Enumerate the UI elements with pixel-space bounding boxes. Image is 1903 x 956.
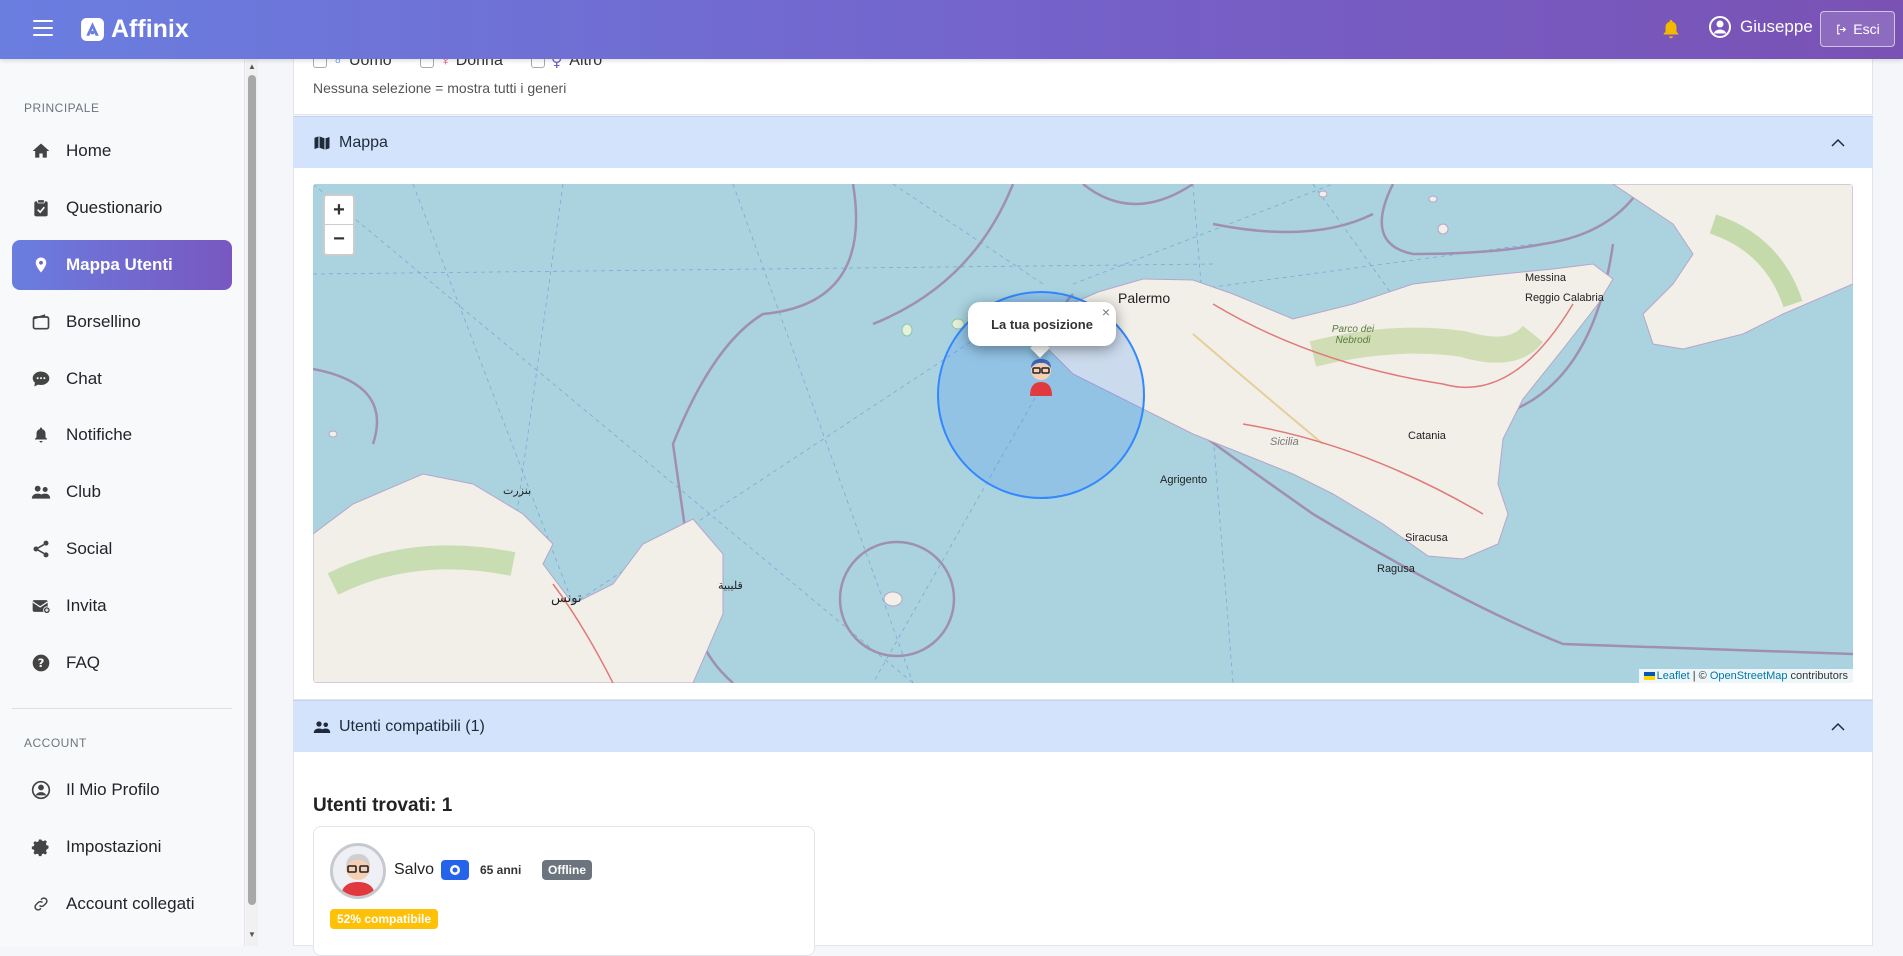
map-label-bizerte: بنزرت	[503, 485, 532, 497]
brand[interactable]: Affinix	[80, 15, 189, 44]
users-icon	[30, 481, 52, 503]
map-label-siracusa: Siracusa	[1405, 532, 1448, 544]
sidebar-item-account-collegati[interactable]: Account collegati	[12, 879, 232, 929]
map-label-agrigento: Agrigento	[1160, 474, 1208, 486]
user-card[interactable]: Salvo 65 anni Offline 52% compatibile	[313, 826, 815, 956]
user-circle-icon	[1709, 16, 1731, 38]
user-name: Giuseppe	[1740, 17, 1813, 36]
logout-icon	[1837, 24, 1847, 34]
users-accordion-header[interactable]: Utenti compatibili (1)	[293, 700, 1873, 752]
popup-text: La tua posizione	[991, 316, 1093, 332]
sidebar-item-social[interactable]: Social	[12, 524, 232, 574]
user-circle-icon	[30, 779, 52, 801]
logout-button[interactable]: Esci	[1820, 11, 1895, 47]
scroll-down-arrow-icon[interactable]: ▼	[247, 930, 257, 940]
sidebar-item-borsellino[interactable]: Borsellino	[12, 297, 232, 347]
chat-icon	[30, 368, 52, 390]
map-label-reggio: Reggio Calabria	[1525, 292, 1604, 304]
sidebar-item-club[interactable]: Club	[12, 467, 232, 517]
user-name: Salvo	[394, 861, 435, 878]
clipboard-icon	[30, 197, 52, 219]
location-popup: La tua posizione ×	[968, 302, 1116, 346]
sidebar-item-notifiche[interactable]: Notifiche	[12, 410, 232, 460]
osm-link[interactable]: OpenStreetMap	[1710, 670, 1788, 682]
sidebar-section-main: PRINCIPALE	[24, 101, 100, 115]
sidebar-item-home[interactable]: Home	[12, 126, 232, 176]
map-tiles	[313, 184, 1853, 683]
user-avatar-icon	[341, 854, 375, 896]
sidebar-item-mappa-utenti[interactable]: Mappa Utenti	[12, 240, 232, 290]
map-label-ragusa: Ragusa	[1377, 563, 1415, 575]
brand-name: Affinix	[111, 15, 189, 43]
map-label-kelibia: قليبية	[718, 580, 743, 592]
map-label-catania: Catania	[1408, 430, 1446, 442]
gear-icon	[30, 836, 52, 858]
map-icon	[314, 135, 330, 150]
share-icon	[30, 538, 52, 560]
chevron-up-icon	[1831, 722, 1845, 731]
user-location-marker-icon[interactable]	[1024, 356, 1058, 398]
gender-filter-hint: Nessuna selezione = mostra tutti i gener…	[313, 80, 567, 96]
users-found-title: Utenti trovati: 1	[313, 795, 453, 816]
map-section-title: Mappa	[339, 133, 388, 151]
home-icon	[30, 140, 52, 162]
map-view[interactable]: Palermo Messina Reggio Calabria Catania …	[313, 184, 1853, 683]
map-label-tunis: تونس	[551, 590, 582, 605]
users-section-title: Utenti compatibili (1)	[339, 717, 485, 735]
user-menu[interactable]: Giuseppe	[1708, 15, 1813, 39]
sidebar-item-impostazioni[interactable]: Impostazioni	[12, 822, 232, 872]
sidebar-item-faq[interactable]: ? FAQ	[12, 638, 232, 688]
compatibility-badge: 52% compatibile	[330, 909, 439, 929]
ukraine-flag-icon	[1643, 672, 1655, 681]
svg-text:?: ?	[38, 656, 45, 670]
sidebar: PRINCIPALE Home Questionario Mappa Utent…	[0, 59, 245, 946]
question-icon: ?	[30, 652, 52, 674]
status-badge: Offline	[542, 860, 592, 880]
zoom-control: + −	[323, 194, 355, 256]
popup-close-button[interactable]: ×	[1102, 304, 1110, 320]
map-accordion-header[interactable]: Mappa	[293, 116, 1873, 168]
wallet-icon	[30, 311, 52, 333]
sidebar-item-invita[interactable]: Invita	[12, 581, 232, 631]
map-attribution: Leaflet | © OpenStreetMap contributors	[1638, 669, 1853, 683]
users-icon	[313, 720, 331, 733]
leaflet-link[interactable]: Leaflet	[1657, 670, 1690, 682]
sidebar-scroll-thumb[interactable]	[248, 75, 256, 905]
sidebar-item-chat[interactable]: Chat	[12, 354, 232, 404]
zoom-out-button[interactable]: −	[325, 225, 353, 254]
sidebar-section-account: ACCOUNT	[24, 736, 87, 750]
sidebar-item-profilo[interactable]: Il Mio Profilo	[12, 765, 232, 815]
verified-badge-icon	[441, 860, 469, 880]
link-icon	[30, 893, 52, 915]
scroll-up-arrow-icon[interactable]: ▲	[247, 62, 257, 72]
map-marker-icon	[30, 254, 52, 276]
hamburger-menu-icon[interactable]	[33, 20, 53, 38]
map-label-messina: Messina	[1525, 272, 1566, 284]
map-label-sicilia: Sicilia	[1270, 436, 1299, 448]
user-age: 65 anni	[480, 863, 522, 877]
brand-logo-icon	[81, 18, 104, 41]
sidebar-item-questionario[interactable]: Questionario	[12, 183, 232, 233]
zoom-in-button[interactable]: +	[325, 196, 353, 225]
chevron-up-icon	[1831, 138, 1845, 147]
top-navbar: Affinix Giuseppe Esci	[0, 0, 1903, 59]
notification-bell-icon[interactable]	[1660, 17, 1682, 41]
bell-icon	[30, 424, 52, 446]
sidebar-divider	[12, 708, 232, 709]
envelope-icon	[30, 595, 52, 617]
avatar	[330, 843, 386, 899]
map-label-palermo: Palermo	[1118, 290, 1171, 306]
map-label-nebrodi: Parco dei Nebrodi	[1331, 324, 1375, 346]
